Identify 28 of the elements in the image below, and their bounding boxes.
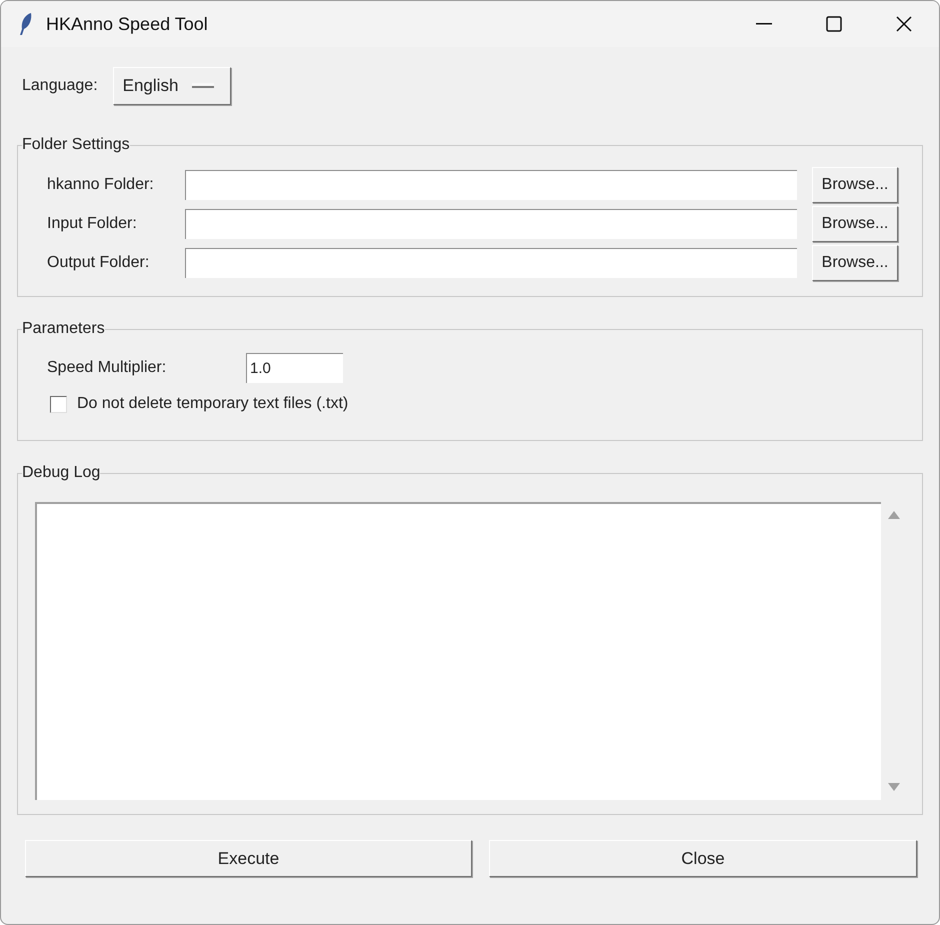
group-title: Parameters xyxy=(22,319,105,339)
group-title: Debug Log xyxy=(22,463,100,483)
browse-button[interactable]: Browse... xyxy=(812,167,898,203)
close-icon xyxy=(896,16,912,32)
close-dialog-button[interactable]: Close xyxy=(489,840,917,877)
folder-path-field[interactable] xyxy=(185,170,797,200)
checkbox-label: Do not delete temporary text files (.txt) xyxy=(77,394,348,414)
language-dropdown[interactable]: English xyxy=(112,67,231,105)
speed-multiplier-field[interactable]: 1.0 xyxy=(246,353,343,383)
minimize-icon xyxy=(756,23,772,25)
language-label: Language: xyxy=(22,76,98,96)
folder-path-field[interactable] xyxy=(185,209,797,239)
checkbox[interactable] xyxy=(50,396,67,412)
browse-button[interactable]: Browse... xyxy=(812,206,898,242)
window-title: HKAnno Speed Tool xyxy=(46,12,208,36)
folder-label: hkanno Folder: xyxy=(47,175,155,195)
browse-button[interactable]: Browse... xyxy=(812,245,898,281)
dropdown-indicator-icon xyxy=(192,83,214,89)
speed-multiplier-label: Speed Multiplier: xyxy=(47,358,168,378)
folder-label: Output Folder: xyxy=(47,253,150,273)
feather-icon xyxy=(19,12,33,36)
folder-path-field[interactable] xyxy=(185,248,797,278)
maximize-icon xyxy=(826,16,842,32)
scroll-down-icon xyxy=(887,782,901,792)
execute-button[interactable]: Execute xyxy=(25,840,472,877)
group-title: Folder Settings xyxy=(22,135,130,155)
folder-label: Input Folder: xyxy=(47,214,138,234)
scroll-up-icon xyxy=(887,510,901,520)
